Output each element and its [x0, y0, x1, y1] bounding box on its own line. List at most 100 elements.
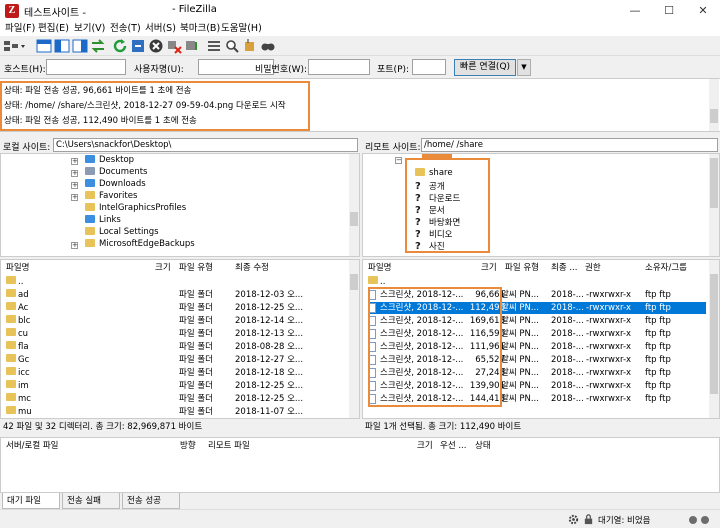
- menu-edit[interactable]: 편집(E): [38, 22, 69, 36]
- table-row[interactable]: blc 파일 폴더 2018-12-14 오...: [6, 315, 346, 327]
- menu-bookmarks[interactable]: 북마크(B): [180, 22, 220, 36]
- column-header-modified[interactable]: 최종 수정: [235, 260, 269, 276]
- table-row[interactable]: mc 파일 폴더 2018-12-25 오...: [6, 393, 346, 405]
- column-header-priority[interactable]: 우선 ...: [440, 438, 466, 454]
- reconnect-icon[interactable]: [184, 38, 200, 54]
- local-path-input[interactable]: C:\Users\snackfor\Desktop\: [53, 138, 358, 152]
- cell-permissions: -rwxrwxr-x: [586, 303, 632, 313]
- local-site-bar: 로컬 사이트: C:\Users\snackfor\Desktop\: [0, 137, 360, 153]
- cancel-operation-icon[interactable]: [148, 38, 164, 54]
- process-queue-icon[interactable]: [130, 38, 146, 54]
- column-header-direction[interactable]: 방향: [180, 438, 196, 454]
- table-row[interactable]: cu 파일 폴더 2018-12-13 오...: [6, 328, 346, 340]
- tab-queued-files[interactable]: 대기 파일: [2, 493, 60, 509]
- expand-icon[interactable]: +: [71, 182, 78, 189]
- maximize-button[interactable]: ☐: [652, 0, 686, 22]
- table-row[interactable]: ..: [6, 276, 346, 288]
- menu-file[interactable]: 파일(F): [5, 22, 35, 36]
- remote-path-input[interactable]: /home/ /share: [421, 138, 718, 152]
- cell-permissions: -rwxrwxr-x: [586, 342, 632, 352]
- tree-node-downloads[interactable]: Downloads: [85, 179, 146, 189]
- directory-listing-filter-icon[interactable]: [206, 38, 222, 54]
- tree-node-favorites[interactable]: Favorites: [85, 191, 137, 201]
- cell-owner: ftp ftp: [645, 368, 671, 378]
- column-header-server-local-file[interactable]: 서버/로컬 파일: [6, 438, 59, 454]
- expand-icon[interactable]: +: [71, 158, 78, 165]
- table-row[interactable]: mu 파일 폴더 2018-11-07 오...: [6, 406, 346, 418]
- folder-icon: [85, 239, 95, 247]
- expand-icon[interactable]: +: [71, 242, 78, 249]
- transfer-queue-icon[interactable]: [90, 38, 106, 54]
- remote-list-scrollbar[interactable]: [709, 260, 719, 418]
- column-header-filename[interactable]: 파일명: [368, 260, 391, 276]
- synchronized-browsing-icon[interactable]: [242, 38, 258, 54]
- search-remote-files-icon[interactable]: [260, 38, 276, 54]
- column-header-size[interactable]: 크기: [417, 438, 433, 454]
- column-header-status[interactable]: 상태: [475, 438, 491, 454]
- expand-icon[interactable]: +: [71, 170, 78, 177]
- remote-site-label: 리모트 사이트:: [365, 143, 421, 153]
- menu-help[interactable]: 도움말(H): [221, 22, 262, 36]
- column-header-type[interactable]: 파일 유형: [505, 260, 539, 276]
- column-header-remote-file[interactable]: 리모트 파일: [208, 438, 250, 454]
- local-tree-scrollbar[interactable]: [349, 154, 359, 256]
- toggle-local-tree-icon[interactable]: [54, 38, 70, 54]
- favorites-folder-icon: [85, 191, 95, 199]
- cell-modified: 2018-...: [551, 342, 584, 352]
- quickconnect-button[interactable]: 빠른 연결(Q): [454, 59, 516, 76]
- tree-node-intelgraphicsprofiles[interactable]: IntelGraphicsProfiles: [85, 203, 186, 213]
- collapse-icon[interactable]: −: [395, 157, 402, 164]
- site-manager-icon[interactable]: [3, 38, 27, 54]
- port-input[interactable]: [412, 59, 446, 75]
- table-row[interactable]: ad 파일 폴더 2018-12-03 오...: [6, 289, 346, 301]
- menu-bar: 파일(F) 편집(E) 보기(V) 전송(T) 서버(S) 북마크(B) 도움말…: [0, 22, 720, 36]
- remote-tree-scrollbar[interactable]: [709, 154, 719, 256]
- minimize-button[interactable]: —: [618, 0, 652, 22]
- disconnect-icon[interactable]: [166, 38, 182, 54]
- refresh-icon[interactable]: [112, 38, 128, 54]
- column-header-type[interactable]: 파일 유형: [179, 260, 213, 276]
- compare-directories-icon[interactable]: [224, 38, 240, 54]
- menu-server[interactable]: 서버(S): [145, 22, 176, 36]
- table-row[interactable]: icc 파일 폴더 2018-12-18 오...: [6, 367, 346, 379]
- column-header-owner[interactable]: 소유자/그룹: [645, 260, 687, 276]
- log-scrollbar[interactable]: [709, 79, 719, 131]
- host-input[interactable]: [46, 59, 126, 75]
- tree-node-links[interactable]: Links: [85, 215, 121, 225]
- column-header-filename[interactable]: 파일명: [6, 260, 29, 276]
- cell-modified: 2018-...: [551, 316, 584, 326]
- table-row[interactable]: Gc 파일 폴더 2018-12-27 오...: [6, 354, 346, 366]
- menu-transfer[interactable]: 전송(T): [110, 22, 141, 36]
- cell-permissions: -rwxrwxr-x: [586, 394, 632, 404]
- cell-permissions: -rwxrwxr-x: [586, 381, 632, 391]
- cell-type: 알씨 PN...: [501, 355, 539, 365]
- tree-node-microsoftedgebackups[interactable]: MicrosoftEdgeBackups: [85, 239, 195, 249]
- close-button[interactable]: ✕: [686, 0, 720, 22]
- tab-failed-transfers[interactable]: 전송 실패 (7): [62, 493, 120, 522]
- table-row[interactable]: fla 파일 폴더 2018-08-28 오...: [6, 341, 346, 353]
- links-folder-icon: [85, 215, 95, 223]
- menu-view[interactable]: 보기(V): [74, 22, 105, 36]
- local-list-scrollbar[interactable]: [349, 260, 359, 418]
- password-input[interactable]: [308, 59, 370, 75]
- tree-node-local-settings[interactable]: Local Settings: [85, 227, 159, 237]
- toggle-remote-tree-icon[interactable]: [72, 38, 88, 54]
- window-title-site: 테스트사이트 -: [24, 8, 86, 19]
- column-header-size[interactable]: 크기: [481, 260, 497, 276]
- tree-node-desktop[interactable]: Desktop: [85, 155, 134, 165]
- tab-successful-transfers[interactable]: 전송 성공 (8): [122, 493, 180, 522]
- tree-node-documents[interactable]: Documents: [85, 167, 147, 177]
- cell-permissions: -rwxrwxr-x: [586, 290, 632, 300]
- column-header-permissions[interactable]: 권한: [585, 260, 601, 276]
- cell-type: 알씨 PN...: [501, 381, 539, 391]
- expand-icon[interactable]: +: [71, 194, 78, 201]
- table-row[interactable]: Ac 파일 폴더 2018-12-25 오...: [6, 302, 346, 314]
- column-header-size[interactable]: 크기: [155, 260, 171, 276]
- column-header-modified[interactable]: 최종 ...: [551, 260, 577, 276]
- quickconnect-history-dropdown[interactable]: ▼: [517, 59, 531, 76]
- gear-icon[interactable]: [568, 514, 579, 525]
- cell-owner: ftp ftp: [645, 290, 671, 300]
- toggle-log-icon[interactable]: [36, 38, 52, 54]
- downloads-folder-icon: [85, 179, 95, 187]
- table-row[interactable]: im 파일 폴더 2018-12-25 오...: [6, 380, 346, 392]
